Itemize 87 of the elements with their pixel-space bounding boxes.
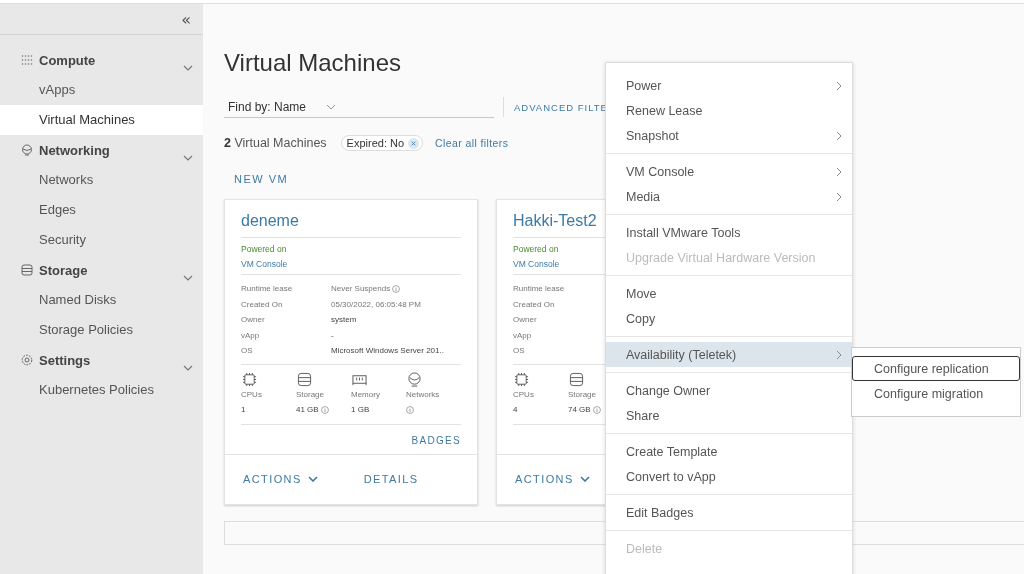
nav-item[interactable]: Named Disks xyxy=(0,285,203,315)
nav-item[interactable]: Edges xyxy=(0,195,203,225)
detail-label: Runtime lease xyxy=(241,284,294,294)
find-by-field[interactable]: Find by: Name xyxy=(224,96,494,118)
stat-label: CPUs xyxy=(513,389,535,399)
globe-icon xyxy=(21,144,33,156)
collapse-button[interactable]: « xyxy=(179,9,193,29)
database-icon xyxy=(21,264,33,276)
close-icon[interactable] xyxy=(408,137,420,149)
menu-item[interactable]: Move xyxy=(606,281,852,306)
menu-item[interactable]: VM Console xyxy=(606,159,852,184)
stat-label: Memory xyxy=(351,389,381,399)
detail-label: Owner xyxy=(513,315,538,325)
menu-item[interactable]: Renew Lease xyxy=(606,98,852,123)
database-icon xyxy=(297,371,312,387)
grid-icon xyxy=(21,54,33,66)
detail-label: Created On xyxy=(241,299,284,309)
stat-label: Storage xyxy=(568,389,598,399)
nav-section-header[interactable]: Networking xyxy=(0,135,203,165)
nav-item[interactable]: vApps xyxy=(0,75,203,105)
vm-name[interactable]: deneme xyxy=(241,212,461,234)
chip-icon xyxy=(514,371,529,387)
nav-item[interactable]: Virtual Machines xyxy=(0,105,203,135)
stat-value: 4 xyxy=(513,405,518,414)
menu-item[interactable]: Copy xyxy=(606,306,852,331)
nav-section-header[interactable]: Storage xyxy=(0,255,203,285)
detail-label: vApp xyxy=(513,330,533,340)
menu-item[interactable]: Configure replication xyxy=(852,356,1020,381)
detail-label: vApp xyxy=(241,330,261,340)
detail-value: 05/30/2022, 06:05:48 PM xyxy=(331,299,421,309)
caret-icon xyxy=(579,476,590,483)
detail-label: OS xyxy=(241,346,254,356)
nav-item[interactable]: Kubernetes Policies xyxy=(0,375,203,405)
advanced-filter-link[interactable]: ADVANCED FILTE xyxy=(514,101,608,113)
info-icon[interactable] xyxy=(320,405,329,414)
filter-chip-label: Expired: No xyxy=(346,137,405,149)
stat-value: 1 GB xyxy=(351,405,370,414)
details-button[interactable]: DETAILS xyxy=(359,471,423,488)
stat-label: Storage xyxy=(296,389,326,399)
info-icon[interactable] xyxy=(392,284,401,293)
detail-value: - xyxy=(331,330,334,340)
vm-console-link[interactable]: VM Console xyxy=(241,259,461,269)
power-status: Powered on xyxy=(241,244,288,254)
detail-value: Microsoft Windows Server 201.. xyxy=(331,346,444,356)
database-icon xyxy=(569,371,584,387)
menu-item[interactable]: Convert to vApp xyxy=(606,464,852,489)
stat-value: 74 GB xyxy=(568,405,591,414)
page-title: Virtual Machines xyxy=(224,49,402,77)
stat-label: CPUs xyxy=(241,389,263,399)
menu-item[interactable]: Power xyxy=(606,73,852,98)
new-vm-button[interactable]: NEW VM xyxy=(224,173,299,185)
nav-item[interactable]: Storage Policies xyxy=(0,315,203,345)
nav-item[interactable]: Networks xyxy=(0,165,203,195)
vm-count: 2 Virtual Machines xyxy=(224,136,327,150)
globe-icon xyxy=(407,371,422,387)
settings-icon xyxy=(21,354,33,366)
stat-label: Networks xyxy=(406,389,441,399)
menu-item[interactable]: Install VMware Tools xyxy=(606,220,852,245)
clear-filters-link[interactable]: Clear all filters xyxy=(435,137,509,149)
detail-label: Runtime lease xyxy=(513,284,566,294)
menu-item[interactable]: Availability (Teletek) xyxy=(606,342,852,367)
nav-section-header[interactable]: Settings xyxy=(0,345,203,375)
menu-item[interactable]: Media xyxy=(606,184,852,209)
menu-item[interactable]: Create Template xyxy=(606,439,852,464)
badges-link[interactable]: BADGES xyxy=(411,435,461,446)
menu-item[interactable]: Change Owner xyxy=(606,378,852,403)
info-icon[interactable] xyxy=(592,405,601,414)
detail-label: Created On xyxy=(513,299,556,309)
menu-item[interactable]: Snapshot xyxy=(606,123,852,148)
menu-item[interactable]: Share xyxy=(606,403,852,428)
nav-section-header[interactable]: Compute xyxy=(0,45,203,75)
stat-value: 1 xyxy=(241,405,246,414)
detail-label: OS xyxy=(513,346,526,356)
detail-value: Never Suspends xyxy=(331,284,391,294)
actions-button[interactable]: ACTIONS xyxy=(239,471,322,488)
chip-icon xyxy=(242,371,257,387)
menu-item[interactable]: Edit Badges xyxy=(606,500,852,525)
actions-button[interactable]: ACTIONS xyxy=(511,471,594,488)
power-status: Powered on xyxy=(513,244,560,254)
menu-item[interactable]: Configure migration xyxy=(852,381,1020,406)
chevron-icon xyxy=(326,103,337,110)
detail-label: Owner xyxy=(241,315,266,325)
info-icon[interactable] xyxy=(406,405,414,414)
caret-icon xyxy=(307,476,318,483)
nav-item[interactable]: Security xyxy=(0,225,203,255)
detail-value: system xyxy=(331,315,357,325)
stat-value: 41 GB xyxy=(296,405,319,414)
